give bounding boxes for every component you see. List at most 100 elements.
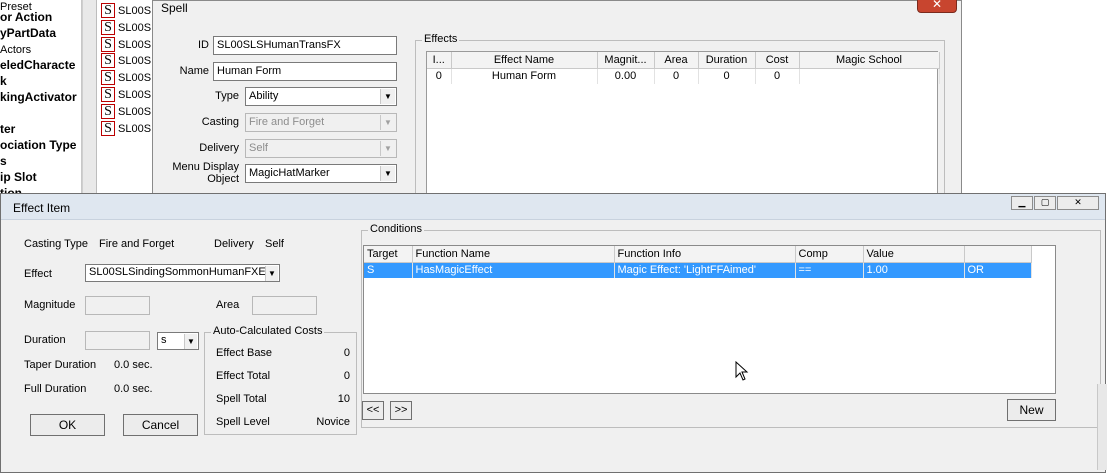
close-icon[interactable]: ✕ (1057, 196, 1099, 210)
next-condition-button[interactable]: >> (390, 401, 412, 420)
spell-icon: S (101, 70, 115, 86)
conditions-column-header[interactable]: Comp (795, 246, 864, 263)
full-duration-label: Full Duration (24, 383, 87, 395)
casting-select-value: Fire and Forget (249, 116, 325, 128)
effects-list[interactable]: I... Effect Name Magnit... Area Duration Cost… (426, 51, 940, 199)
close-icon[interactable]: ✕ (917, 0, 957, 13)
conditions-cell-value: 1.00 (863, 262, 965, 278)
list-item-label: SL00SI (118, 55, 155, 68)
prev-condition-button[interactable]: << (362, 401, 384, 420)
spell-total-value: 10 (337, 393, 350, 405)
table-row[interactable]: 0 Human Form 0.00 0 0 0 (427, 68, 940, 84)
spell-level-label: Spell Level (216, 416, 270, 428)
list-item[interactable]: S SL00SI (101, 87, 154, 104)
spell-icon: S (101, 36, 115, 52)
list-item[interactable]: S SL00SI (101, 120, 154, 138)
chevron-down-icon[interactable]: ▼ (380, 166, 395, 181)
spell-icon: S (101, 3, 115, 18)
duration-unit-select[interactable]: s ▼ (157, 332, 199, 350)
conditions-table[interactable]: Target Function Name Function Info Comp Valu… (364, 246, 1032, 278)
table-row[interactable]: S HasMagicEffect Magic Effect: 'LightFFAim… (364, 262, 1032, 278)
mouse-cursor-icon (735, 361, 749, 381)
effect-item-window: Effect Item ▁ ▢ ✕ Casting Type Fire and … (0, 193, 1107, 473)
list-item[interactable]: S SL00SI (101, 19, 155, 37)
list-item-label: SL00SI (118, 38, 155, 51)
tree-item[interactable]: ociation Type (0, 138, 76, 152)
chevron-down-icon[interactable]: ▼ (265, 266, 278, 281)
conditions-column-header[interactable]: Target (364, 246, 413, 263)
duration-field (85, 331, 150, 350)
chevron-down-icon[interactable]: ▼ (380, 89, 395, 104)
tree-item[interactable]: eledCharacte (0, 58, 75, 72)
effects-column-header[interactable]: Cost (755, 52, 800, 69)
effect-item-title: Effect Item (13, 201, 71, 215)
effects-column-header[interactable]: Effect Name (451, 52, 598, 69)
effects-group: Effects I... Effect Name Magnit... Area Dura… (415, 33, 945, 200)
effect-item-titlebar: Effect Item ▁ ▢ ✕ (1, 194, 1105, 220)
new-condition-button[interactable]: New (1007, 399, 1056, 421)
effects-cell-duration: 0 (698, 68, 756, 84)
casting-type-label: Casting Type (24, 238, 89, 250)
menu-display-label: Menu Display Object (157, 161, 239, 185)
list-item-label: SL00SI (118, 5, 155, 17)
spell-total-label: Spell Total (216, 393, 267, 405)
list-item-label: SL00SI (118, 89, 155, 101)
effects-column-header[interactable]: Magic School (799, 52, 940, 69)
effects-column-header[interactable]: Duration (698, 52, 756, 69)
conditions-group: Conditions Target Function Name Function I… (361, 223, 1101, 428)
list-item[interactable]: S SL00SI (101, 70, 154, 87)
effect-select[interactable]: SL00SLSindingSommonHumanFXEff ▼ (85, 264, 280, 282)
tree-item[interactable]: Actors (0, 43, 31, 57)
tree-item[interactable]: k (0, 74, 7, 88)
tree-item[interactable]: kingActivator (0, 90, 77, 104)
tree-scrollbar[interactable] (82, 0, 96, 200)
menu-display-select-value: MagicHatMarker (249, 167, 330, 179)
spell-window: Spell ✕ ID SL00SLSHumanTransFX Name Huma… (152, 0, 962, 200)
tree-item[interactable]: ter (0, 122, 15, 136)
full-duration-value: 0.0 sec. (114, 383, 153, 395)
minimize-icon[interactable]: ▁ (1011, 196, 1033, 210)
effects-column-header[interactable]: I... (427, 52, 452, 69)
window-scrollbar[interactable] (1097, 384, 1107, 470)
tree-item[interactable]: ip Slot (0, 170, 37, 184)
effects-cell-school (799, 68, 940, 84)
tree-item[interactable]: or Action (0, 10, 52, 24)
list-item[interactable]: S SL00SI (101, 103, 154, 121)
tree-item[interactable]: s (0, 154, 7, 168)
effect-select-value: SL00SLSindingSommonHumanFXEff (89, 266, 272, 278)
menu-display-select[interactable]: MagicHatMarker ▼ (245, 164, 397, 183)
conditions-list[interactable]: Target Function Name Function Info Comp Valu… (363, 245, 1056, 394)
list-item-label: SL00SI (118, 21, 155, 34)
effects-column-header[interactable]: Area (654, 52, 699, 69)
type-select[interactable]: Ability ▼ (245, 87, 397, 106)
id-field[interactable]: SL00SLSHumanTransFX (213, 36, 397, 55)
chevron-down-icon[interactable]: ▼ (184, 334, 197, 349)
conditions-cell-function-name: HasMagicEffect (412, 262, 615, 278)
conditions-column-header[interactable]: Function Name (412, 246, 615, 263)
list-item[interactable]: S SL00SI (101, 53, 154, 70)
effects-cell-magnitude: 0.00 (597, 68, 655, 84)
conditions-column-header[interactable] (964, 246, 1032, 263)
name-field[interactable]: Human Form (213, 62, 397, 81)
effects-table[interactable]: I... Effect Name Magnit... Area Duration Cost… (427, 52, 940, 84)
conditions-column-header[interactable]: Value (863, 246, 965, 263)
tree-item[interactable]: yPartData (0, 26, 56, 40)
chevron-down-icon: ▼ (380, 115, 395, 130)
list-item-label: SL00SI (118, 72, 155, 85)
effects-cell-cost: 0 (755, 68, 800, 84)
type-select-value: Ability (249, 90, 279, 102)
taper-duration-label: Taper Duration (24, 359, 97, 371)
maximize-icon[interactable]: ▢ (1034, 196, 1056, 210)
cancel-button[interactable]: Cancel (123, 414, 198, 436)
list-item[interactable]: S SL00SI (101, 36, 155, 54)
conditions-column-header[interactable]: Function Info (614, 246, 796, 263)
ok-button[interactable]: OK (30, 414, 105, 436)
magnitude-field (85, 296, 150, 315)
list-item[interactable]: S SL00SI (101, 3, 154, 20)
effects-cell-name: Human Form (451, 68, 598, 84)
effect-total-label: Effect Total (216, 370, 271, 382)
casting-type-value: Fire and Forget (99, 238, 175, 250)
spell-icon: S (101, 103, 115, 119)
effects-column-header[interactable]: Magnit... (597, 52, 655, 69)
spell-icon: S (101, 53, 115, 69)
